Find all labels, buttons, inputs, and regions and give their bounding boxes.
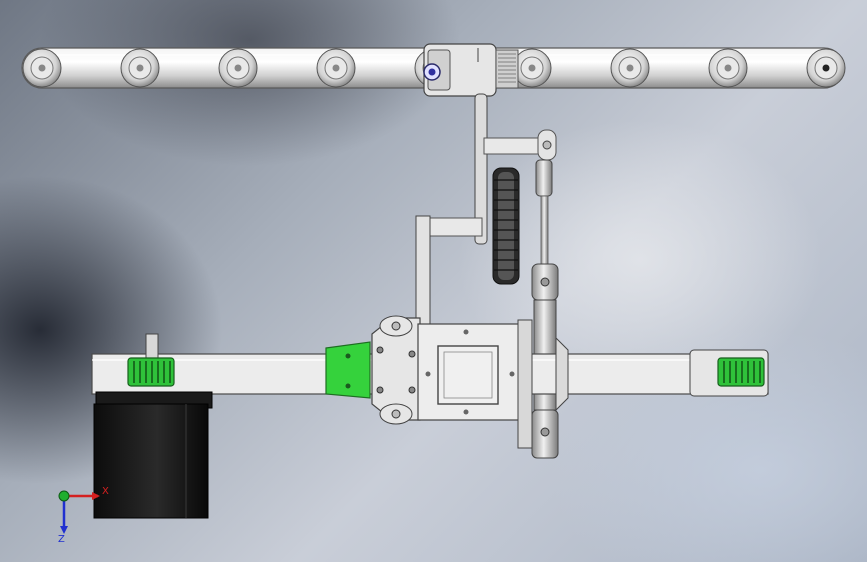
stepper-motor[interactable] — [93, 391, 213, 519]
conveyor-roller[interactable] — [512, 48, 552, 88]
assembly-model[interactable]: X Y Z — [0, 0, 867, 562]
conveyor-roller[interactable] — [316, 48, 356, 88]
cad-graphics-viewport[interactable]: X Y Z — [0, 0, 867, 562]
conveyor-roller[interactable] — [708, 48, 748, 88]
belt-drive-pulley-assembly[interactable] — [423, 43, 519, 97]
timing-belt-gear[interactable] — [492, 167, 520, 285]
z-axis-label: Z — [58, 534, 65, 545]
conveyor-roller[interactable] — [218, 48, 258, 88]
linear-actuator-rod[interactable] — [531, 159, 559, 459]
idler-pulley[interactable] — [689, 349, 769, 397]
vertical-linkage-arm[interactable] — [415, 93, 557, 245]
motor-pulley[interactable] — [127, 333, 175, 387]
green-mounting-bracket[interactable] — [325, 341, 371, 399]
conveyor-roller[interactable] — [610, 48, 650, 88]
conveyor-roller[interactable] — [806, 48, 846, 88]
conveyor-roller[interactable] — [22, 48, 62, 88]
x-axis-label: X — [102, 486, 109, 497]
conveyor-roller[interactable] — [120, 48, 160, 88]
